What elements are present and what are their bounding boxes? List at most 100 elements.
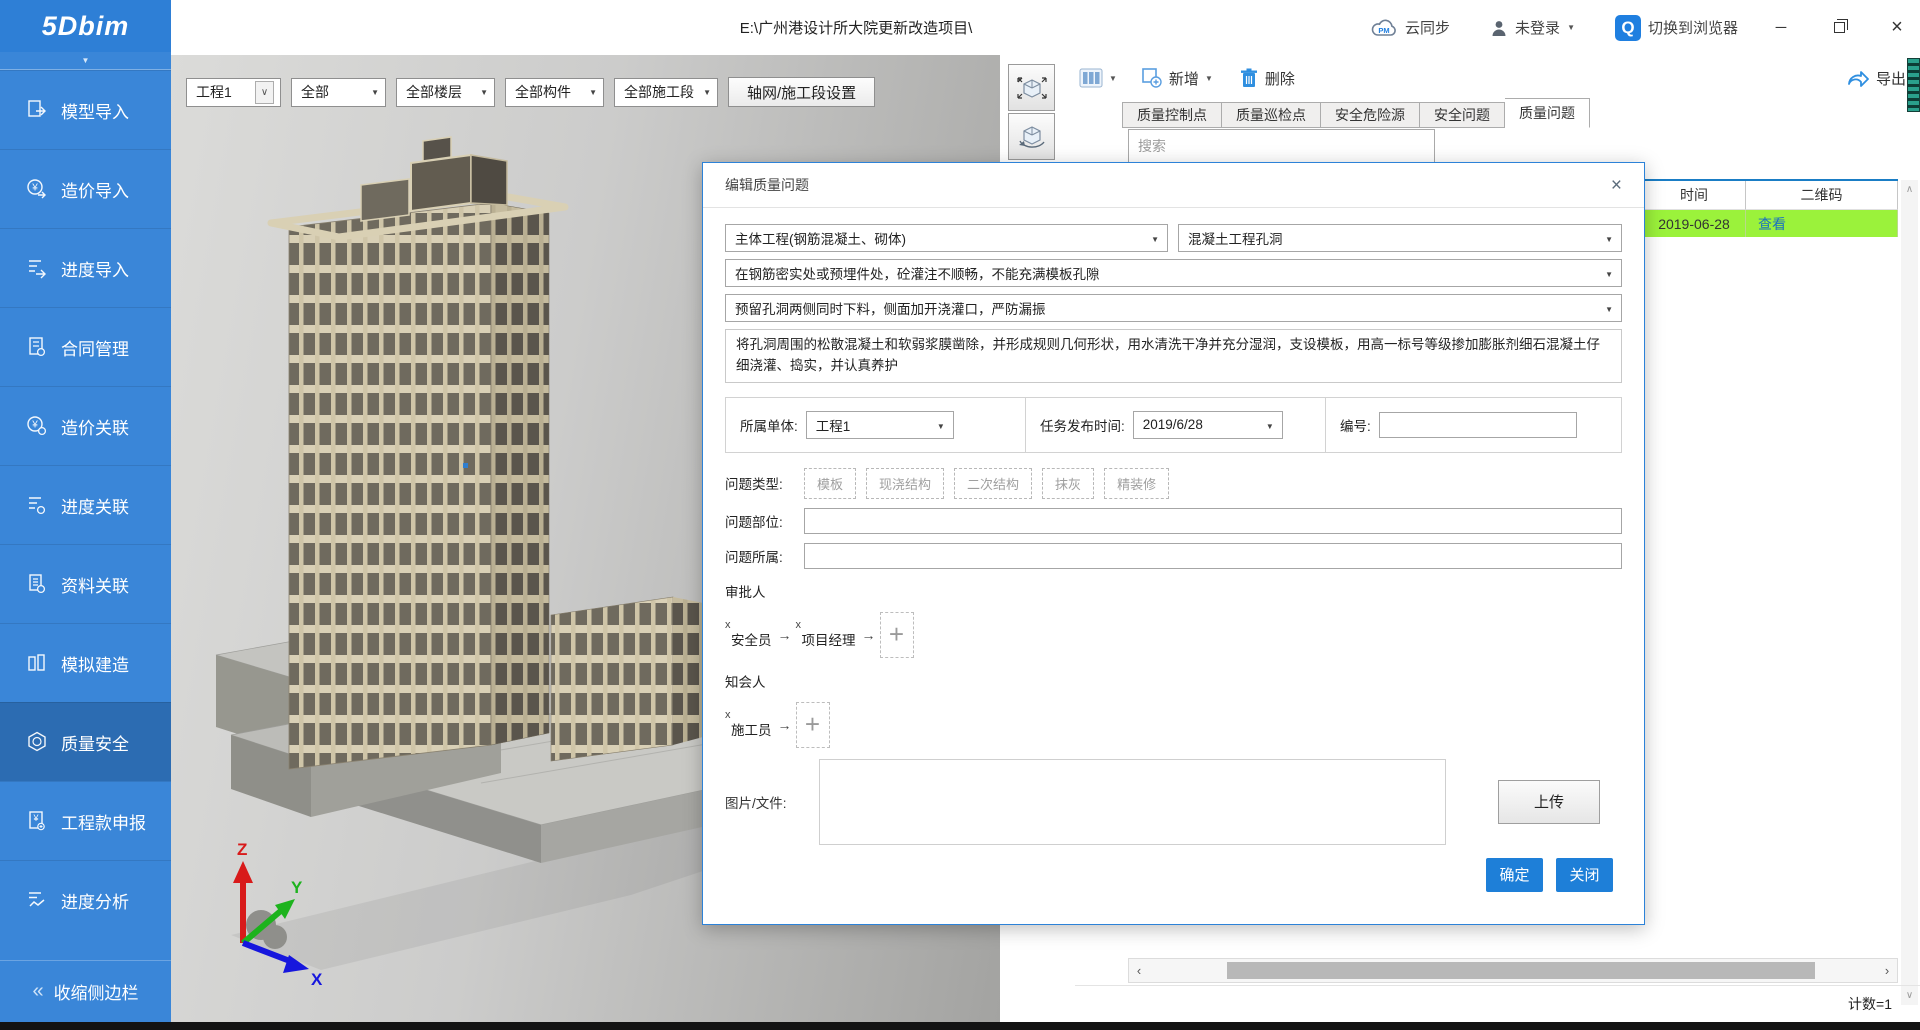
sidebar-item-data-link[interactable]: 资料关联 xyxy=(0,544,171,623)
treatment-textarea[interactable]: 将孔洞周围的松散混凝土和软弱浆膜凿除，并形成规则几何形状，用水清洗干净并充分湿润… xyxy=(725,329,1622,383)
problem-desc-select[interactable]: 在钢筋密实处或预埋件处，砼灌注不顺畅，不能充满模板孔隙 xyxy=(725,259,1622,287)
sidebar-item-schedule-analysis[interactable]: 进度分析 xyxy=(0,860,171,939)
informed-tag[interactable]: x 施工员 xyxy=(725,711,774,739)
issue-part-input[interactable] xyxy=(804,508,1622,534)
sidebar-item-label: 工程款申报 xyxy=(61,809,146,834)
upload-button[interactable]: 上传 xyxy=(1498,780,1600,824)
switch-browser-button[interactable]: Q 切换到浏览器 xyxy=(1615,15,1738,41)
minor-category-select[interactable]: 混凝土工程孔洞 xyxy=(1178,224,1622,252)
cloud-sync-button[interactable]: PM 云同步 xyxy=(1371,17,1450,38)
axis-z-label: Z xyxy=(237,840,247,859)
column-header-time[interactable]: 时间 xyxy=(1643,181,1746,210)
svg-text:¥: ¥ xyxy=(32,813,39,823)
tab-quality-inspection-points[interactable]: 质量巡检点 xyxy=(1222,102,1321,128)
columns-menu-button[interactable]: ▼ xyxy=(1079,67,1117,89)
informed-name: 施工员 xyxy=(731,723,772,738)
table-row[interactable]: 2019-06-28 查看 xyxy=(1643,210,1898,237)
publish-time-select[interactable]: 2019/6/28 xyxy=(1133,411,1283,439)
count-label: 计数=1 xyxy=(1848,994,1892,1014)
cloud-icon: PM xyxy=(1371,18,1398,38)
scrollbar-thumb[interactable] xyxy=(1227,962,1815,979)
remove-icon[interactable]: x xyxy=(796,619,802,631)
dialog-close-icon[interactable]: × xyxy=(1611,176,1622,195)
add-approver-button[interactable]: + xyxy=(880,612,914,658)
scroll-up-icon[interactable]: ∧ xyxy=(1906,180,1913,199)
prevention-select[interactable]: 预留孔洞两侧同时下料，侧面加开浇灌口，严防漏振 xyxy=(725,294,1622,322)
horizontal-scrollbar[interactable]: ‹ › xyxy=(1128,958,1898,983)
components-combo[interactable]: 全部构件 ▼ xyxy=(505,78,604,107)
scope-combo[interactable]: 全部 ▼ xyxy=(291,78,386,107)
table-header: 时间 二维码 xyxy=(1643,179,1898,210)
sidebar-item-quality-safety[interactable]: 质量安全 xyxy=(0,702,171,781)
confirm-button[interactable]: 确定 xyxy=(1486,858,1543,892)
minimize-button[interactable]: ─ xyxy=(1766,13,1796,43)
sidebar-item-label: 进度导入 xyxy=(61,256,129,281)
sidebar-item-payment-apply[interactable]: ¥ 工程款申报 xyxy=(0,781,171,860)
sidebar-item-sim-build[interactable]: 模拟建造 xyxy=(0,623,171,702)
unit-select[interactable]: 工程1 xyxy=(806,411,954,439)
number-label: 编号: xyxy=(1340,415,1371,435)
sidebar-item-contract-manage[interactable]: 合同管理 xyxy=(0,307,171,386)
sidebar-item-cost-import[interactable]: ¥ 造价导入 xyxy=(0,149,171,228)
major-category-select[interactable]: 主体工程(钢筋混凝土、砌体) xyxy=(725,224,1168,252)
sidebar-item-cost-link[interactable]: ¥ 造价关联 xyxy=(0,386,171,465)
search-input[interactable] xyxy=(1128,129,1435,163)
floors-combo[interactable]: 全部楼层 ▼ xyxy=(396,78,495,107)
edge-dock-handle[interactable] xyxy=(1907,58,1920,112)
view-qrcode-link[interactable]: 查看 xyxy=(1758,214,1786,234)
chip-fine-decoration[interactable]: 精装修 xyxy=(1104,468,1169,499)
collapse-sidebar-button[interactable]: « 收缩侧边栏 xyxy=(0,960,171,1022)
files-dropzone[interactable] xyxy=(819,759,1446,845)
scroll-left-icon[interactable]: ‹ xyxy=(1129,959,1149,982)
approver-tag[interactable]: x 项目经理 xyxy=(796,621,858,649)
chip-secondary-structure[interactable]: 二次结构 xyxy=(954,468,1032,499)
approver-tag[interactable]: x 安全员 xyxy=(725,621,774,649)
status-bar: 计数=1 xyxy=(1075,985,1920,1022)
login-menu[interactable]: 未登录 ▼ xyxy=(1490,17,1575,38)
column-header-qrcode[interactable]: 二维码 xyxy=(1746,181,1898,210)
vertical-scrollbar[interactable]: ∧ ∨ xyxy=(1901,180,1918,1005)
login-label: 未登录 xyxy=(1515,17,1560,38)
sidebar-item-label: 造价关联 xyxy=(61,414,129,439)
restore-button[interactable] xyxy=(1824,13,1854,43)
issue-belong-input[interactable] xyxy=(804,543,1622,569)
zoom-extents-button[interactable] xyxy=(1008,64,1055,111)
orbit-cube-icon xyxy=(1014,119,1050,155)
remove-icon[interactable]: x xyxy=(725,619,731,631)
remove-icon[interactable]: x xyxy=(725,709,731,721)
problem-desc-value: 在钢筋密实处或预埋件处，砼灌注不顺畅，不能充满模板孔隙 xyxy=(735,263,1100,283)
unit-label: 所属单体: xyxy=(740,415,798,435)
panel-tabs: 质量控制点 质量巡检点 安全危险源 安全问题 质量问题 xyxy=(1122,98,1590,128)
chip-formwork[interactable]: 模板 xyxy=(804,468,856,499)
project-path: E:\广州港设计所大院更新改造项目\ xyxy=(171,0,1541,55)
sidebar-item-model-import[interactable]: 模型导入 xyxy=(0,70,171,149)
scroll-right-icon[interactable]: › xyxy=(1877,959,1897,982)
chip-plastering[interactable]: 抹灰 xyxy=(1042,468,1094,499)
sidebar-item-schedule-link[interactable]: 进度关联 xyxy=(0,465,171,544)
grid-section-settings-button[interactable]: 轴网/施工段设置 xyxy=(728,77,875,107)
chevron-down-icon: ▼ xyxy=(1567,23,1575,32)
add-informed-button[interactable]: + xyxy=(796,702,830,748)
logo-caret-icon[interactable]: ▼ xyxy=(0,52,171,70)
tab-safety-issues[interactable]: 安全问题 xyxy=(1420,102,1505,128)
panel-toolbar: ▼ 新增 ▼ 删除 导出 xyxy=(1075,59,1920,97)
add-button[interactable]: 新增 ▼ xyxy=(1141,67,1213,89)
chip-cast-in-place[interactable]: 现浇结构 xyxy=(866,468,944,499)
delete-button[interactable]: 删除 xyxy=(1239,67,1295,89)
data-link-icon xyxy=(26,573,48,595)
columns-icon xyxy=(1079,67,1103,89)
sidebar-item-label: 资料关联 xyxy=(61,572,129,597)
tab-quality-control-points[interactable]: 质量控制点 xyxy=(1122,102,1222,128)
sections-combo[interactable]: 全部施工段 ▼ xyxy=(614,78,718,107)
tab-safety-hazards[interactable]: 安全危险源 xyxy=(1321,102,1420,128)
export-button[interactable]: 导出 xyxy=(1846,68,1906,89)
tab-quality-issues[interactable]: 质量问题 xyxy=(1505,98,1590,128)
dialog-close-button[interactable]: 关闭 xyxy=(1556,858,1613,892)
svg-text:PM: PM xyxy=(1378,26,1389,35)
orbit-view-button[interactable] xyxy=(1008,113,1055,160)
number-input[interactable] xyxy=(1379,412,1577,438)
close-button[interactable]: × xyxy=(1882,13,1912,43)
project-combo[interactable]: 工程1 ∨ xyxy=(186,78,281,107)
sim-build-icon xyxy=(26,652,48,674)
sidebar-item-schedule-import[interactable]: 进度导入 xyxy=(0,228,171,307)
